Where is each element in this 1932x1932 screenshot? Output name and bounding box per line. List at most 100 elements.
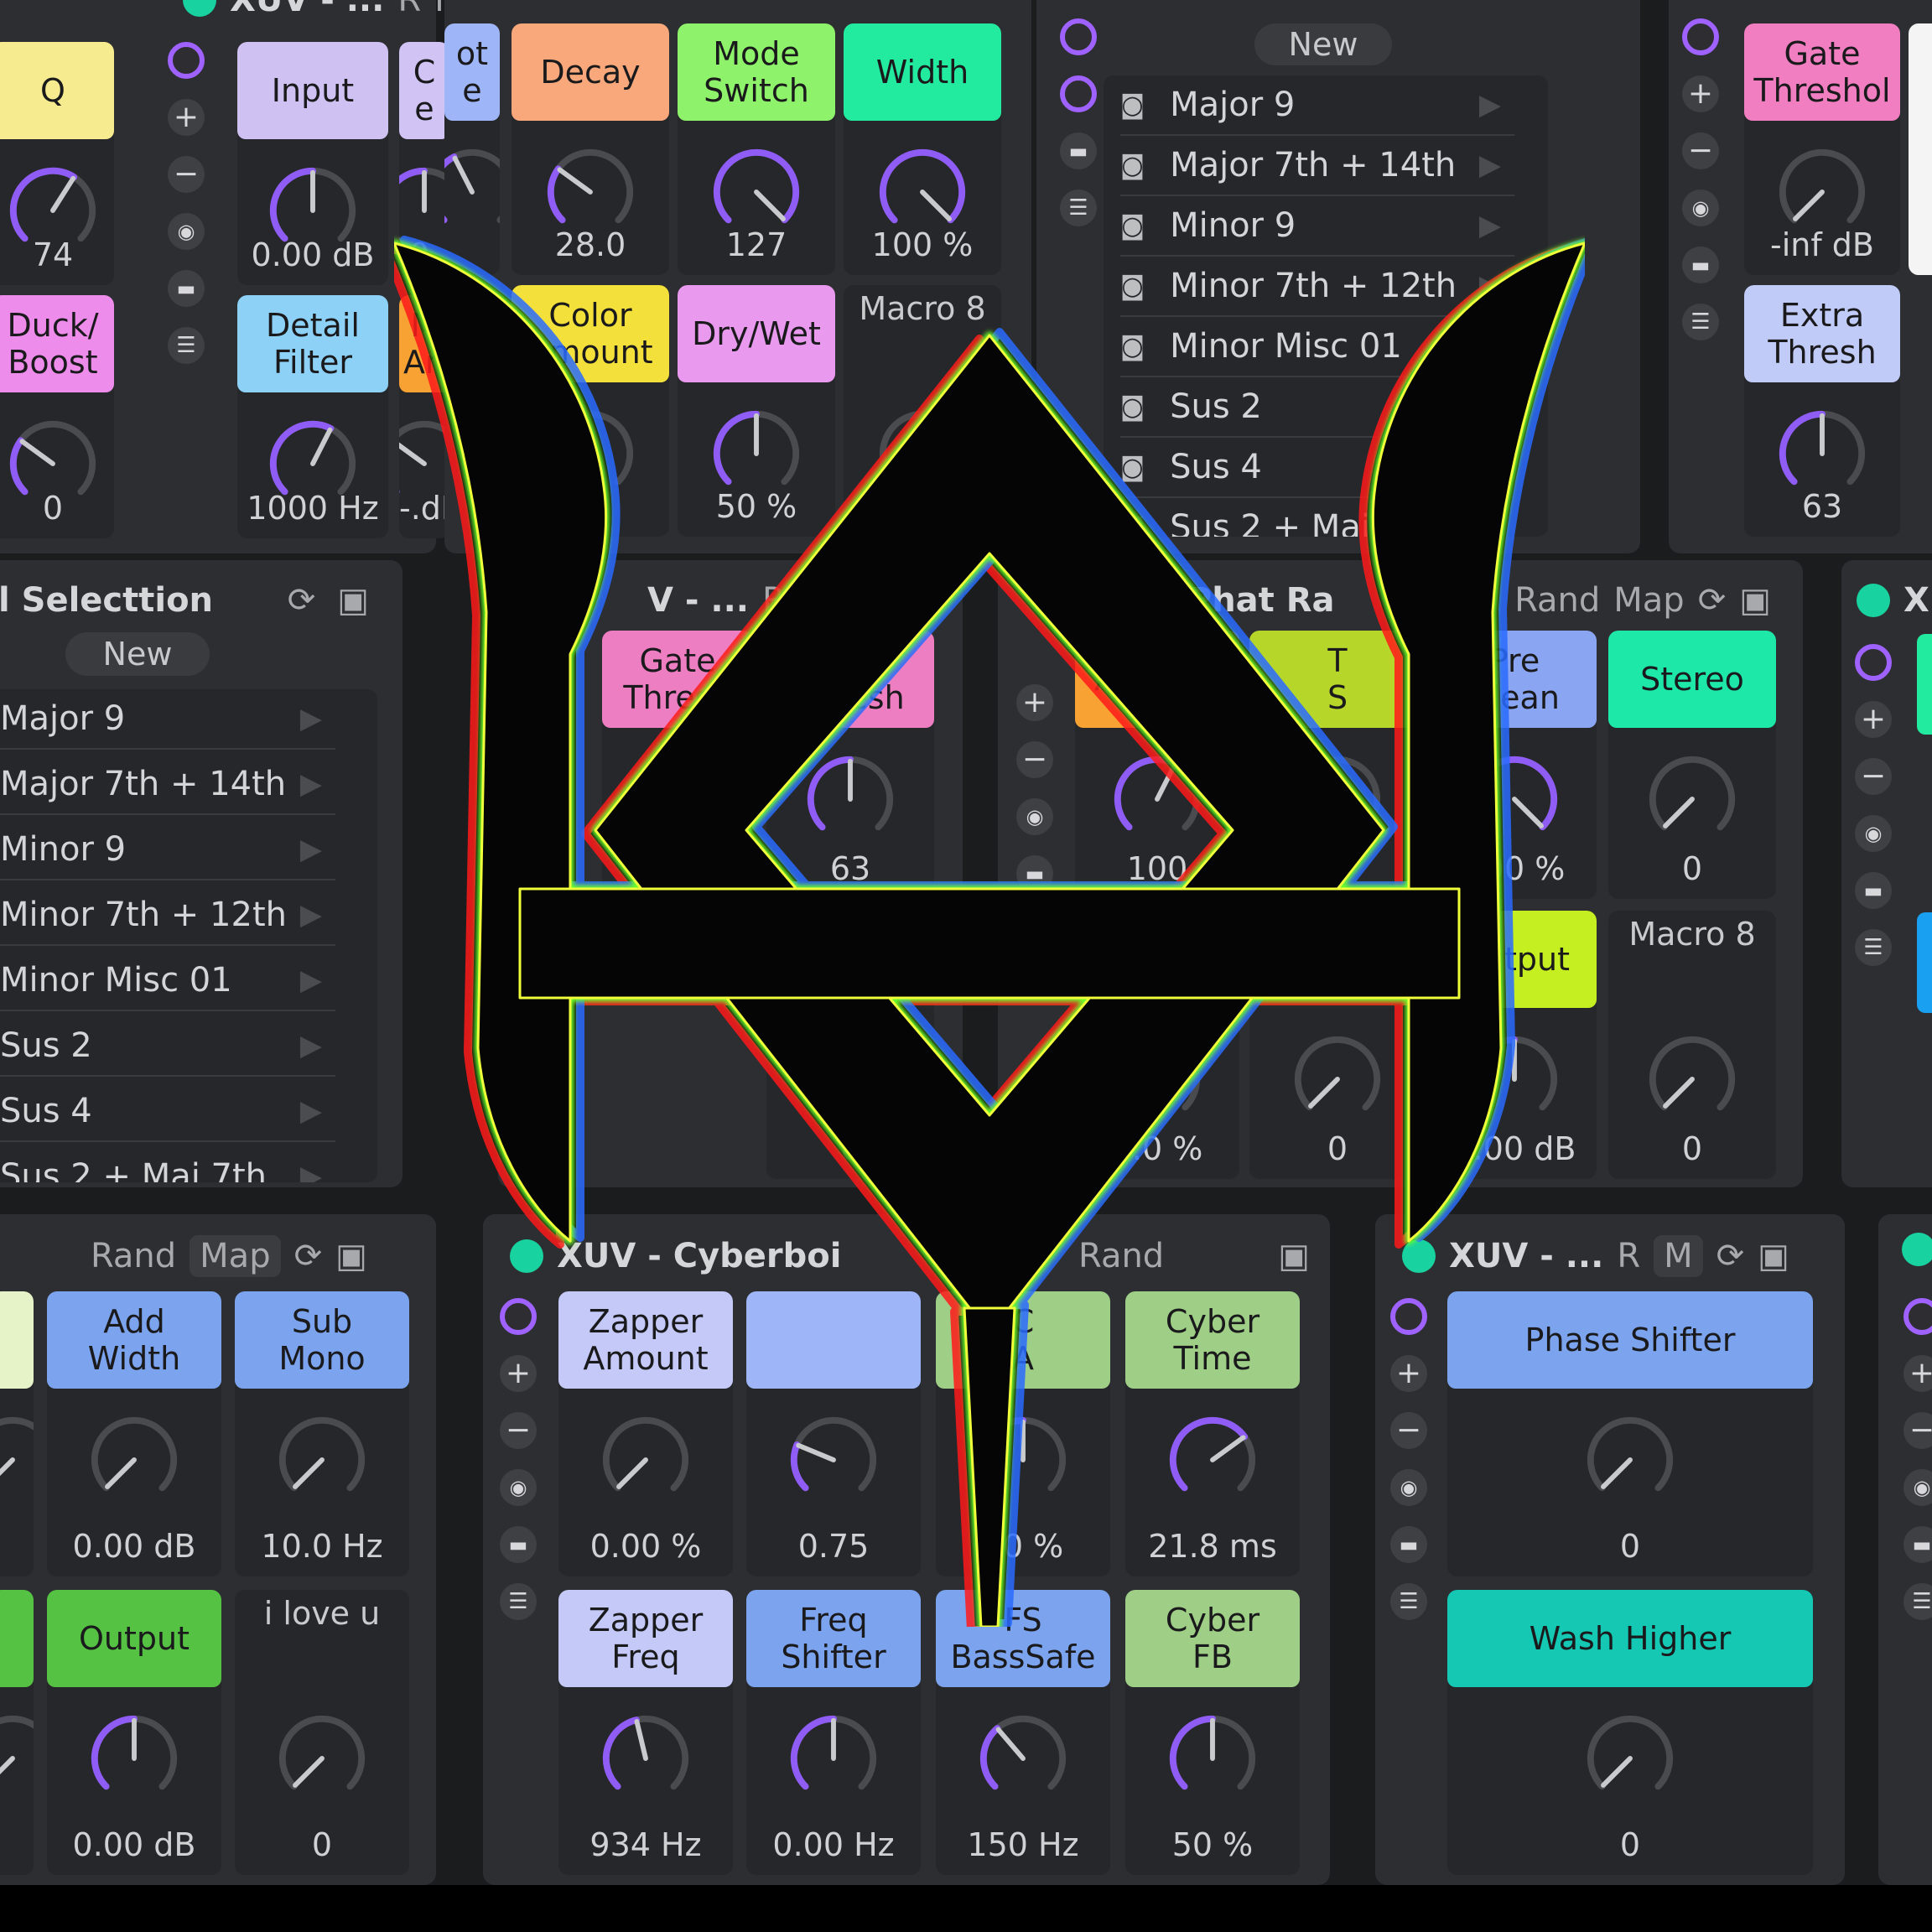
macro-knob-cell[interactable]: Output 0.00 dB: [47, 1590, 221, 1875]
macro-knob-cell[interactable]: Freq Shifter 0.00 Hz: [746, 1590, 921, 1875]
macro-label[interactable]: C e: [399, 42, 449, 139]
macro-knob[interactable]: [1581, 1410, 1680, 1509]
macro-label[interactable]: Sub Mono: [235, 1291, 409, 1389]
play-arrow-icon[interactable]: ▶: [300, 1160, 322, 1182]
save-icon[interactable]: ▣: [1758, 1237, 1789, 1275]
macro-knob-cell[interactable]: Macro 8 0: [1608, 911, 1776, 1179]
play-arrow-icon[interactable]: ▶: [1479, 88, 1501, 122]
macro-rotate-icon[interactable]: [1682, 18, 1719, 55]
macro-knob-cell[interactable]: Duck/ Boost 0: [0, 295, 114, 538]
refresh-icon[interactable]: ⟳: [1698, 581, 1727, 620]
minimize-icon[interactable]: ▬: [1903, 1526, 1932, 1563]
macro-knob[interactable]: [1643, 1030, 1742, 1129]
new-preset-button[interactable]: New: [65, 632, 210, 676]
minimize-icon[interactable]: ▬: [1855, 872, 1892, 909]
add-icon[interactable]: +: [1903, 1355, 1932, 1392]
macro-knob[interactable]: [273, 1410, 371, 1509]
macro-label[interactable]: Gate Threshol: [1744, 23, 1900, 121]
macro-knob[interactable]: [974, 1709, 1072, 1808]
play-arrow-icon[interactable]: ▶: [300, 767, 322, 801]
refresh-icon[interactable]: ⟳: [294, 1237, 323, 1275]
preset-list-item[interactable]: Sus 2 + Maj 7th ▶: [0, 1147, 335, 1182]
macro-label[interactable]: Detail Filter: [237, 295, 388, 392]
macro-knob-cell[interactable]: Zapper Freq 934 Hz: [558, 1590, 733, 1875]
macro-knob[interactable]: [596, 1709, 695, 1808]
rack-power-led[interactable]: [1902, 1233, 1932, 1266]
macro-knob-cell[interactable]: Detail Filter 1000 Hz: [237, 295, 388, 538]
list-icon[interactable]: ☰: [1682, 304, 1719, 340]
macro-label[interactable]: Extra Thresh: [1744, 285, 1900, 382]
play-arrow-icon[interactable]: ▶: [300, 898, 322, 932]
macro-knob-cell[interactable]: [1909, 23, 1932, 275]
refresh-icon[interactable]: ⟳: [288, 581, 316, 620]
add-icon[interactable]: +: [168, 99, 205, 136]
snapshot-icon[interactable]: ◉: [168, 213, 205, 250]
macro-label[interactable]: Add Width: [47, 1291, 221, 1389]
snapshot-icon[interactable]: [1060, 75, 1097, 112]
macro-label[interactable]: i love u: [235, 1590, 409, 1687]
macro-knob[interactable]: [1643, 750, 1742, 849]
snapshot-icon[interactable]: ◉: [1903, 1469, 1932, 1506]
macro-label[interactable]: Duck/ Boost: [0, 295, 114, 392]
macro-label[interactable]: [0, 1291, 34, 1389]
macro-knob-cell[interactable]: Stereo 0: [1608, 631, 1776, 899]
play-arrow-icon[interactable]: ▶: [1479, 148, 1501, 182]
list-icon[interactable]: ☰: [1903, 1583, 1932, 1620]
rack-power-led[interactable]: [1857, 584, 1890, 617]
macro-knob-cell[interactable]: Wash Higher 0: [1447, 1590, 1813, 1875]
preset-list-item[interactable]: Major 7th + 14th ▶: [0, 755, 335, 815]
randomize-button[interactable]: R: [397, 0, 421, 19]
macro-label[interactable]: Stereo: [1608, 631, 1776, 728]
macro-knob-cell[interactable]: [0, 1590, 34, 1875]
preset-list-item[interactable]: ◙ Major 9 ▶: [1120, 75, 1514, 136]
macro-label[interactable]: Output: [47, 1590, 221, 1687]
macro-label[interactable]: Macro 8: [1608, 911, 1776, 1008]
macro-knob[interactable]: [85, 1410, 184, 1509]
add-icon[interactable]: +: [1682, 75, 1719, 112]
macro-knob-cell[interactable]: [0, 1291, 34, 1576]
minimize-icon[interactable]: ▬: [168, 270, 205, 307]
macro-knob-cell[interactable]: Extra Thresh 63: [1744, 285, 1900, 537]
macro-rotate-icon[interactable]: [1855, 644, 1892, 681]
macro-rotate-icon[interactable]: [168, 42, 205, 79]
macro-knob[interactable]: [1163, 1709, 1262, 1808]
map-button[interactable]: Map: [1613, 581, 1684, 620]
preset-list-item[interactable]: Sus 4 ▶: [0, 1082, 335, 1142]
remove-icon[interactable]: −: [1682, 132, 1719, 169]
remove-icon[interactable]: −: [168, 156, 205, 193]
macro-knob[interactable]: [0, 1709, 34, 1808]
preset-list-item[interactable]: Minor 7th + 12th ▶: [0, 886, 335, 946]
macro-knob[interactable]: [85, 1709, 184, 1808]
macro-knob-cell[interactable]: Sub Mono 10.0 Hz: [235, 1291, 409, 1576]
macro-knob[interactable]: [273, 1709, 371, 1808]
macro-knob-cell[interactable]: FS BassSafe 150 Hz: [936, 1590, 1110, 1875]
minimize-icon[interactable]: ▬: [1682, 247, 1719, 283]
macro-knob-cell[interactable]: Q 74: [0, 42, 114, 285]
list-icon[interactable]: ☰: [1855, 929, 1892, 966]
macro-knob[interactable]: [784, 1709, 883, 1808]
macro-label[interactable]: Q: [0, 42, 114, 139]
preset-list-item[interactable]: ◙ Major 7th + 14th ▶: [1120, 136, 1514, 196]
macro-label[interactable]: Input: [237, 42, 388, 139]
macro-knob-cell[interactable]: Gate Threshol -inf dB: [1744, 23, 1900, 275]
macro-label[interactable]: [0, 1590, 34, 1687]
macro-knob-cell[interactable]: Add Width 0.00 dB: [47, 1291, 221, 1576]
new-preset-button[interactable]: New: [1254, 23, 1392, 65]
remove-icon[interactable]: −: [1903, 1412, 1932, 1449]
randomize-button[interactable]: R: [1617, 1237, 1640, 1275]
macro-knob[interactable]: [0, 1410, 34, 1509]
play-arrow-icon[interactable]: ▶: [300, 702, 322, 735]
macro-label[interactable]: Width: [844, 23, 1001, 121]
minimize-icon[interactable]: ▬: [1060, 132, 1097, 169]
macro-label[interactable]: Decay: [512, 23, 669, 121]
snapshot-icon[interactable]: ◉: [1855, 815, 1892, 852]
play-arrow-icon[interactable]: ▶: [300, 833, 322, 866]
snapshot-icon[interactable]: ◉: [1682, 190, 1719, 226]
play-arrow-icon[interactable]: ▶: [300, 963, 322, 997]
macro-rotate-icon[interactable]: [1903, 1298, 1932, 1335]
map-button[interactable]: M: [1654, 1235, 1703, 1277]
remove-icon[interactable]: −: [1855, 758, 1892, 795]
preset-list-item[interactable]: Sus 2 ▶: [0, 1016, 335, 1077]
play-arrow-icon[interactable]: ▶: [300, 1094, 322, 1128]
save-icon[interactable]: ▣: [335, 1237, 367, 1275]
